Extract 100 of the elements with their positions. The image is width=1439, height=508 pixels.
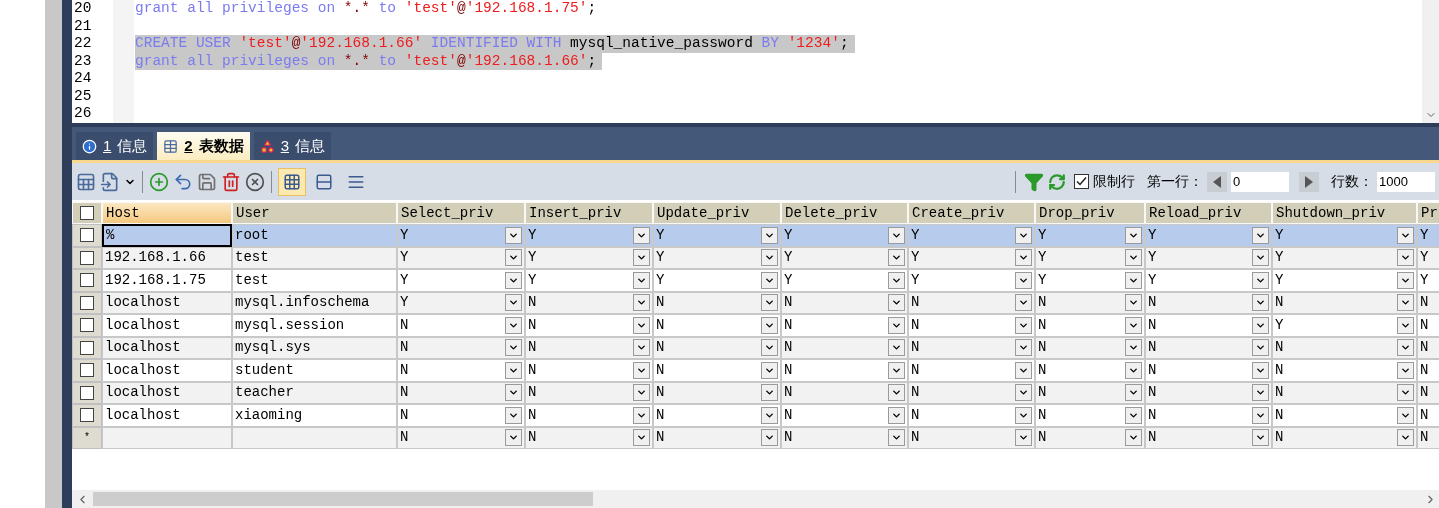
dropdown-field[interactable]: N bbox=[781, 359, 908, 382]
dropdown-field[interactable]: N bbox=[1417, 404, 1439, 427]
dropdown-field[interactable]: Y bbox=[1145, 269, 1272, 292]
column-header[interactable]: Delete_priv bbox=[781, 202, 908, 224]
column-header[interactable]: Shutdown_priv bbox=[1272, 202, 1417, 224]
refresh-icon[interactable] bbox=[1048, 172, 1066, 191]
dropdown-field[interactable]: Y bbox=[397, 224, 525, 247]
row-header[interactable] bbox=[72, 269, 102, 292]
dropdown-field[interactable]: Y bbox=[1272, 269, 1417, 292]
row-header[interactable] bbox=[72, 291, 102, 314]
dropdown-field[interactable]: N bbox=[397, 314, 525, 337]
dropdown-field[interactable]: N bbox=[908, 426, 1035, 449]
row-checkbox[interactable] bbox=[80, 363, 94, 378]
dropdown-field[interactable]: N bbox=[653, 404, 781, 427]
column-header[interactable]: User bbox=[232, 202, 397, 224]
dropdown-field[interactable]: N bbox=[908, 336, 1035, 359]
dropdown-field[interactable]: Y bbox=[525, 224, 653, 247]
dropdown-field[interactable]: N bbox=[908, 314, 1035, 337]
dropdown-field[interactable]: Y bbox=[1272, 246, 1417, 269]
cancel-icon[interactable] bbox=[245, 171, 265, 192]
tab[interactable]: 3 信息 bbox=[253, 132, 332, 160]
dropdown-field[interactable]: Y bbox=[1272, 224, 1417, 247]
dropdown-field[interactable]: N bbox=[525, 336, 653, 359]
column-header[interactable]: Host bbox=[102, 202, 232, 224]
dropdown-field[interactable]: Y bbox=[1417, 269, 1439, 292]
previous-button[interactable] bbox=[1207, 171, 1227, 192]
row-header[interactable] bbox=[72, 224, 102, 247]
dropdown-field[interactable]: N bbox=[525, 404, 653, 427]
dropdown-field[interactable]: N bbox=[653, 381, 781, 404]
dropdown-field[interactable]: N bbox=[1145, 314, 1272, 337]
dropdown-field[interactable]: N bbox=[1272, 291, 1417, 314]
delete-icon[interactable] bbox=[221, 171, 241, 192]
dropdown-field[interactable]: Y bbox=[908, 246, 1035, 269]
add-row-icon[interactable] bbox=[149, 171, 169, 192]
filter-icon[interactable] bbox=[1024, 171, 1044, 192]
column-header[interactable]: Insert_priv bbox=[525, 202, 653, 224]
column-header[interactable]: Create_priv bbox=[908, 202, 1035, 224]
dropdown-field[interactable]: Y bbox=[397, 269, 525, 292]
dropdown-field[interactable]: Y bbox=[525, 246, 653, 269]
dropdown-field[interactable]: Y bbox=[1145, 246, 1272, 269]
dropdown-field[interactable]: N bbox=[397, 381, 525, 404]
row-header[interactable]: * bbox=[72, 426, 102, 449]
dropdown-field[interactable]: N bbox=[525, 291, 653, 314]
dropdown-field[interactable]: N bbox=[1035, 381, 1145, 404]
row-count-field[interactable]: 1000 bbox=[1377, 171, 1435, 192]
dropdown-field[interactable]: N bbox=[1035, 336, 1145, 359]
dropdown-field[interactable]: N bbox=[781, 291, 908, 314]
dropdown-field[interactable]: N bbox=[781, 426, 908, 449]
dropdown-field[interactable]: N bbox=[525, 381, 653, 404]
row-checkbox[interactable] bbox=[80, 228, 94, 243]
view-mode-button[interactable] bbox=[278, 167, 306, 196]
row-header[interactable] bbox=[72, 359, 102, 382]
dropdown-field[interactable]: N bbox=[1417, 426, 1439, 449]
column-header[interactable]: Update_priv bbox=[653, 202, 781, 224]
import-icon[interactable] bbox=[100, 171, 120, 192]
dropdown-field[interactable]: N bbox=[781, 336, 908, 359]
dropdown-field[interactable]: N bbox=[525, 359, 653, 382]
dropdown-field[interactable]: N bbox=[525, 314, 653, 337]
dropdown-field[interactable]: N bbox=[1145, 359, 1272, 382]
dropdown-field[interactable]: N bbox=[1272, 359, 1417, 382]
save-icon[interactable] bbox=[197, 171, 217, 192]
select-all-checkbox[interactable] bbox=[80, 206, 94, 220]
dropdown-field[interactable]: N bbox=[908, 404, 1035, 427]
dropdown-field[interactable]: N bbox=[397, 426, 525, 449]
dropdown-field[interactable]: Y bbox=[653, 224, 781, 247]
dropdown-field[interactable]: N bbox=[1145, 291, 1272, 314]
dropdown-field[interactable]: N bbox=[1145, 426, 1272, 449]
dropdown-field[interactable]: N bbox=[1035, 314, 1145, 337]
row-checkbox[interactable] bbox=[80, 318, 94, 333]
dropdown-field[interactable]: N bbox=[653, 359, 781, 382]
dropdown-field[interactable]: N bbox=[653, 314, 781, 337]
dropdown-field[interactable]: N bbox=[397, 404, 525, 427]
dropdown-field[interactable]: Y bbox=[397, 291, 525, 314]
dropdown-field[interactable]: Y bbox=[653, 269, 781, 292]
dropdown-field[interactable]: N bbox=[908, 291, 1035, 314]
row-checkbox[interactable] bbox=[80, 385, 94, 400]
dropdown-field[interactable]: N bbox=[653, 336, 781, 359]
dropdown-field[interactable]: N bbox=[1145, 336, 1272, 359]
next-button[interactable] bbox=[1299, 171, 1319, 192]
dropdown-field[interactable]: N bbox=[653, 426, 781, 449]
dropdown-field[interactable]: Y bbox=[1417, 246, 1439, 269]
dropdown-field[interactable]: N bbox=[1272, 404, 1417, 427]
tab[interactable]: 1 信息 bbox=[76, 132, 154, 160]
dropdown-field[interactable]: Y bbox=[1035, 224, 1145, 247]
row-header[interactable] bbox=[72, 336, 102, 359]
row-checkbox[interactable] bbox=[80, 408, 94, 423]
column-header[interactable]: Pr bbox=[1417, 202, 1439, 224]
row-header[interactable] bbox=[72, 314, 102, 337]
dropdown-field[interactable]: Y bbox=[1272, 314, 1417, 337]
dropdown-field[interactable]: N bbox=[1272, 381, 1417, 404]
limit-rows-checkbox[interactable] bbox=[1074, 174, 1089, 189]
dropdown-field[interactable]: N bbox=[1417, 336, 1439, 359]
row-checkbox[interactable] bbox=[80, 340, 94, 355]
horizontal-scrollbar[interactable] bbox=[72, 490, 1439, 508]
dropdown-field[interactable]: N bbox=[781, 404, 908, 427]
row-header[interactable] bbox=[72, 404, 102, 427]
row-checkbox[interactable] bbox=[80, 250, 94, 265]
dropdown-field[interactable]: Y bbox=[1417, 224, 1439, 247]
scrollbar[interactable] bbox=[1422, 0, 1439, 123]
first-row-field[interactable]: 0 bbox=[1231, 171, 1289, 192]
